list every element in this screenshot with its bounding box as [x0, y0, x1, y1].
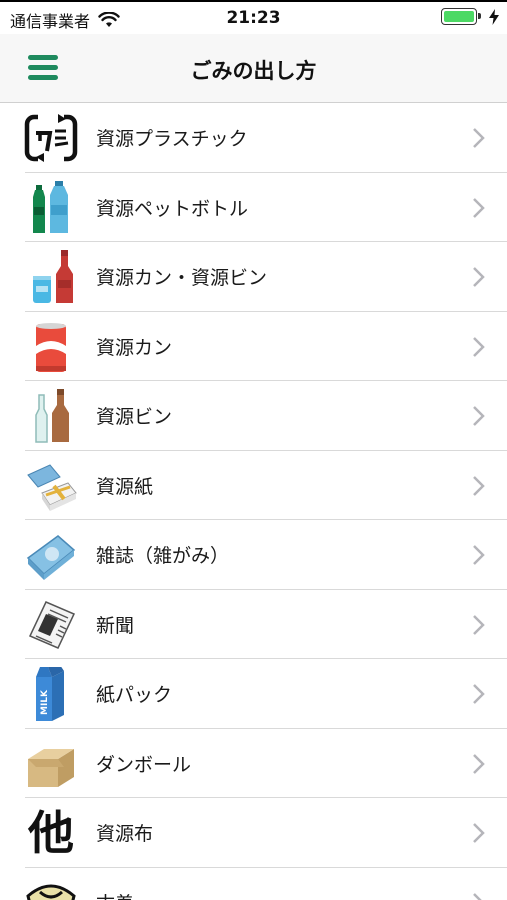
list-item-magazine[interactable]: 雑誌（雑がみ） — [0, 520, 507, 590]
milk-carton-icon: MILK — [36, 667, 64, 721]
list-item-cloth[interactable]: 他 資源布 — [0, 798, 507, 868]
chevron-right-icon — [473, 197, 485, 218]
status-time: 21:23 — [226, 8, 281, 28]
paper-bundle-icon — [27, 463, 77, 511]
navigation-bar: ごみの出し方 — [0, 34, 507, 103]
list-item-plastic[interactable]: 資源プラスチック — [0, 103, 507, 173]
chevron-right-icon — [473, 128, 485, 148]
list-item-milk-carton[interactable]: MILK 紙パック — [0, 659, 507, 729]
list-item-label: 新聞 — [96, 614, 135, 637]
list-item-cardboard[interactable]: ダンボール — [0, 729, 507, 799]
list-item-label: 紙パック — [96, 684, 173, 707]
cloth-icon-glyph: 他 — [28, 806, 74, 860]
can-and-bottle-icon — [33, 250, 73, 303]
list-item-label: 資源カン — [96, 336, 173, 359]
garbage-category-list: 資源プラスチック 資源ペットボトル 資源カン・資源ビン 資源カン 資源ビン 資源… — [0, 103, 507, 900]
plastic-recycle-icon — [24, 111, 78, 165]
chevron-right-icon — [473, 406, 485, 426]
chevron-right-icon — [473, 336, 485, 357]
chevron-right-icon — [473, 892, 483, 900]
chevron-right-icon — [473, 267, 485, 287]
list-item-can-and-bottle[interactable]: 資源カン・資源ビン — [0, 242, 507, 312]
chevron-right-icon — [473, 475, 485, 496]
status-bar: 通信事業者 21:23 — [0, 0, 507, 34]
magazine-icon — [26, 535, 76, 580]
status-right — [441, 8, 499, 25]
battery-icon — [441, 8, 481, 25]
pet-bottle-icon — [33, 180, 68, 233]
list-item-newspaper[interactable]: 新聞 — [0, 590, 507, 660]
cloth-icon: 他 — [24, 806, 78, 860]
cardboard-box-icon — [28, 748, 74, 787]
chevron-right-icon — [473, 684, 485, 704]
list-item-paper[interactable]: 資源紙 — [0, 451, 507, 521]
list-item-label: 雑誌（雑がみ） — [96, 545, 230, 568]
list-item-label: 資源カン・資源ビン — [96, 267, 268, 290]
list-item-label: 資源布 — [96, 823, 154, 846]
newspaper-icon — [28, 600, 76, 649]
list-item-label: 資源ペットボトル — [96, 197, 249, 220]
chevron-right-icon — [473, 753, 485, 774]
list-item-label: 資源紙 — [96, 475, 154, 498]
list-item-old-clothes[interactable]: 古着 — [0, 868, 507, 900]
chevron-right-icon — [473, 545, 485, 565]
list-item-label: 資源ビン — [96, 406, 173, 429]
list-item-label: 資源プラスチック — [96, 128, 248, 151]
milk-carton-text: MILK — [40, 689, 50, 715]
page-title: ごみの出し方 — [190, 59, 317, 83]
can-icon — [36, 322, 66, 372]
glass-bottle-icon — [35, 389, 69, 443]
battery-level — [444, 11, 474, 22]
list-item-pet-bottle[interactable]: 資源ペットボトル — [0, 173, 507, 243]
list-item-label: 古着 — [96, 889, 134, 900]
chevron-right-icon — [473, 823, 485, 843]
list-item-can[interactable]: 資源カン — [0, 312, 507, 382]
list-item-label: ダンボール — [96, 753, 192, 776]
chevron-right-icon — [473, 614, 485, 635]
old-clothes-icon — [26, 884, 76, 900]
list-item-glass-bottle[interactable]: 資源ビン — [0, 381, 507, 451]
charging-bolt-icon — [489, 8, 499, 25]
